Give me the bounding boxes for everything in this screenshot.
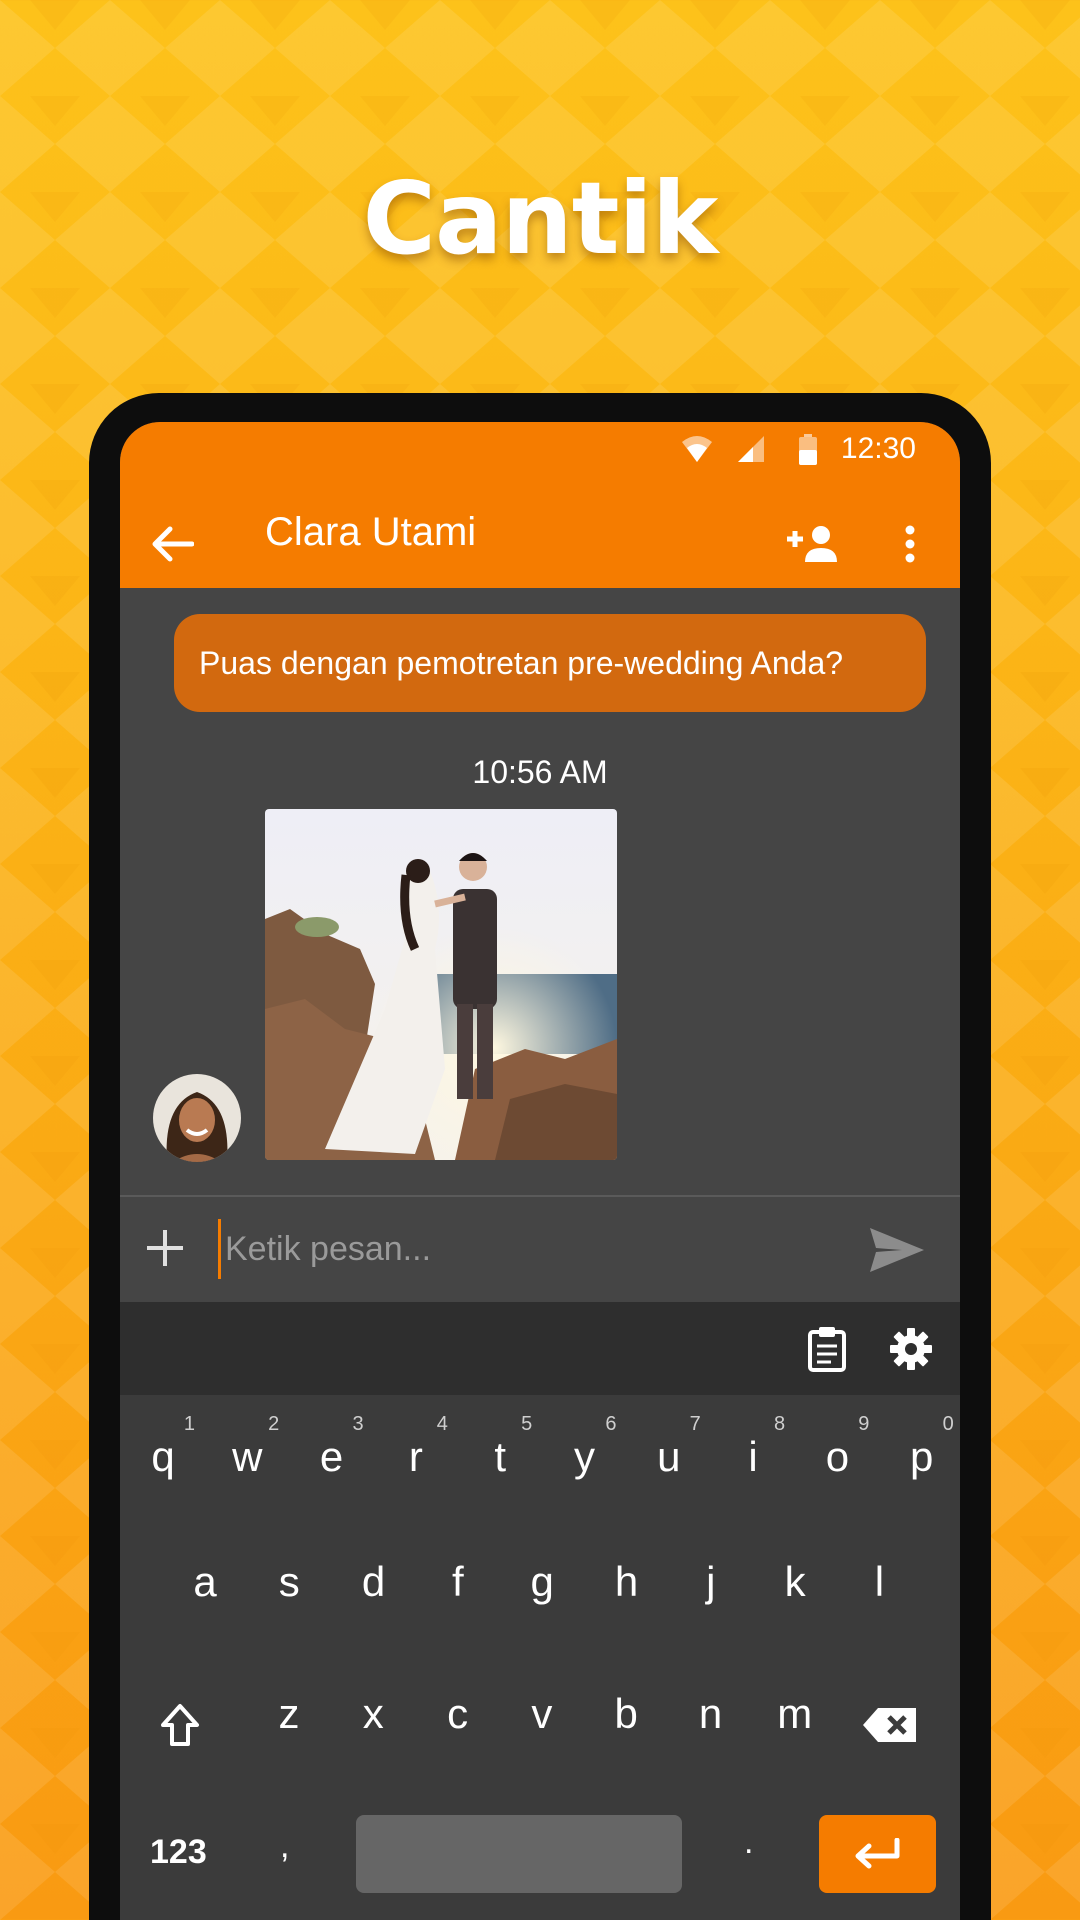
key-label: z [278,1690,300,1737]
key-label: d [361,1558,386,1605]
app-bar: 12:30 Clara Utami [120,422,960,588]
key-q[interactable]: 1q [121,1395,205,1505]
key-label: n [698,1690,723,1737]
add-contact-button[interactable] [780,512,844,576]
status-time: 12:30 [840,432,916,465]
enter-key[interactable] [819,1815,936,1893]
key-label: w [232,1433,263,1480]
key-p[interactable]: 0p [880,1395,960,1505]
shift-icon [161,1704,199,1746]
key-l[interactable]: l [837,1558,921,1648]
key-label: o [825,1433,850,1480]
key-label: k [784,1558,806,1605]
key-label: p [910,1433,934,1480]
key-j[interactable]: j [669,1558,753,1648]
phone-screen: 12:30 Clara Utami Puas dengan pemotretan… [120,422,960,1920]
outgoing-message-text: Puas dengan pemotretan pre-wedding Anda? [199,644,844,681]
key-label: t [494,1433,507,1480]
plus-icon [147,1230,183,1266]
key-label: r [408,1433,423,1480]
key-label: a [193,1558,217,1605]
key-c[interactable]: c [416,1690,500,1780]
attach-button[interactable] [140,1223,190,1273]
more-vertical-icon [905,525,915,563]
key-label: s [278,1558,300,1605]
wifi-icon [682,436,712,462]
key-x[interactable]: x [331,1690,415,1780]
key-d[interactable]: d [332,1558,416,1648]
key-r[interactable]: 4r [374,1395,458,1505]
key-label: b [614,1690,638,1737]
send-icon [870,1228,924,1272]
key-a[interactable]: a [163,1558,247,1648]
conversation-title: Clara Utami [265,510,477,554]
battery-icon [799,434,817,465]
backspace-icon [863,1708,916,1742]
key-label: l [874,1558,885,1605]
message-input[interactable] [218,1219,758,1279]
outgoing-message-bubble[interactable]: Puas dengan pemotretan pre-wedding Anda? [174,614,926,712]
key-b[interactable]: b [584,1690,668,1780]
key-label: i [748,1433,758,1480]
key-g[interactable]: g [500,1558,584,1648]
key-u[interactable]: 7u [627,1395,711,1505]
avatar-photo [153,1074,241,1162]
enter-icon [855,1838,899,1869]
key-n[interactable]: n [669,1690,753,1780]
key-label: e [319,1433,344,1480]
key-s[interactable]: s [247,1558,331,1648]
keyboard-settings-button[interactable] [884,1322,938,1376]
key-i[interactable]: 8i [711,1395,795,1505]
key-h[interactable]: h [585,1558,669,1648]
key-label: c [447,1690,469,1737]
person-add-icon [787,526,837,562]
shift-key[interactable] [138,1680,222,1770]
cellular-signal-icon [738,436,764,462]
key-label: q [151,1433,175,1480]
key-w[interactable]: 2w [205,1395,289,1505]
key-f[interactable]: f [416,1558,500,1648]
wedding-couple-photo [265,809,617,1160]
more-options-button[interactable] [890,512,930,576]
symbols-key[interactable]: 123 [150,1833,207,1872]
key-label: u [657,1433,681,1480]
backspace-key[interactable] [848,1680,932,1770]
key-e[interactable]: 3e [290,1395,374,1505]
message-timestamp: 10:56 AM [472,754,608,790]
keyboard-toolbar [120,1302,960,1395]
key-z[interactable]: z [247,1690,331,1780]
key-label: g [530,1558,554,1605]
compose-bar [120,1197,960,1302]
key-y[interactable]: 6y [543,1395,627,1505]
period-key[interactable]: . [744,1823,753,1862]
key-label: h [614,1558,639,1605]
key-label: x [362,1690,384,1737]
key-label: j [706,1558,716,1605]
key-o[interactable]: 9o [795,1395,879,1505]
keyboard: 1q2w3e4r5t6y7u8i9o0p a s d f g h j k l z x c v b n m 1… [120,1395,960,1920]
comma-key[interactable]: , [280,1827,289,1866]
clipboard-button[interactable] [800,1322,854,1376]
key-t[interactable]: 5t [458,1395,542,1505]
clipboard-icon [808,1327,846,1372]
arrow-back-icon [152,526,194,562]
key-label: y [574,1433,595,1480]
gear-icon [890,1328,932,1370]
key-label: v [531,1690,553,1737]
back-button[interactable] [142,514,202,574]
headline: Cantik [362,160,719,277]
key-m[interactable]: m [753,1690,837,1780]
key-v[interactable]: v [500,1690,584,1780]
key-label: m [777,1690,813,1737]
key-label: f [452,1558,464,1605]
send-button[interactable] [864,1223,930,1277]
space-key[interactable] [356,1815,682,1893]
incoming-photo[interactable] [265,809,617,1160]
key-k[interactable]: k [753,1558,837,1648]
sender-avatar[interactable] [153,1074,241,1162]
